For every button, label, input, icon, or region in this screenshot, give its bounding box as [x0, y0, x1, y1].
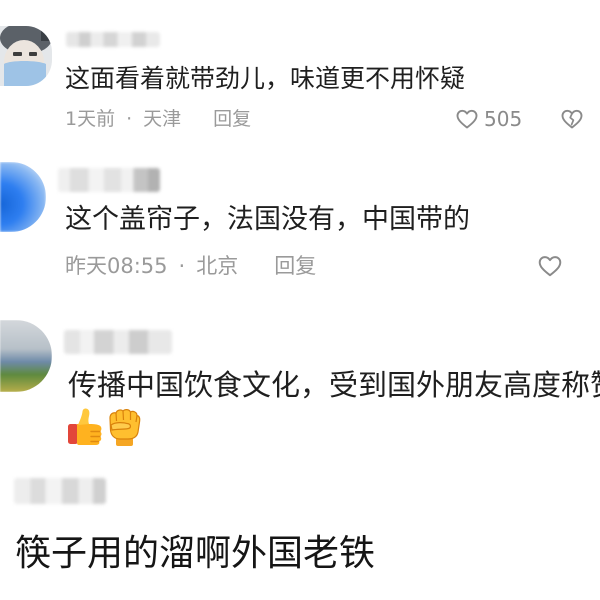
- comment-time: 1天前: [65, 108, 116, 130]
- broken-heart-icon: [561, 109, 583, 129]
- username-blurred[interactable]: [58, 168, 160, 192]
- heart-outline-icon: [538, 256, 562, 277]
- comment-item: 传播中国饮食文化，受到国外朋友高度称赞: [0, 315, 600, 450]
- comment-location: 北京: [196, 254, 239, 278]
- like-button[interactable]: 505: [455, 107, 522, 131]
- comment-location: 天津: [143, 108, 182, 130]
- thumbs-up-emoji-icon: [68, 408, 102, 445]
- heart-outline-icon: [456, 109, 478, 129]
- comment-text: 筷子用的溜啊外国老铁: [15, 533, 376, 574]
- username-blurred[interactable]: [64, 330, 172, 354]
- reply-button[interactable]: 回复: [274, 253, 316, 279]
- comment-item: 这面看着就带劲儿，味道更不用怀疑 1天前 · 天津 回复 505: [0, 22, 600, 140]
- username-blurred[interactable]: [14, 478, 106, 504]
- comment-text: 这个盖帘子，法国没有，中国带的: [65, 204, 470, 235]
- like-count: 505: [484, 107, 523, 131]
- comment-text: 这面看着就带劲儿，味道更不用怀疑: [65, 64, 466, 93]
- username-blurred[interactable]: [66, 32, 160, 47]
- comment-item: 筷子用的溜啊外国老铁: [0, 470, 600, 585]
- meta-separator: ·: [126, 108, 133, 130]
- reply-button[interactable]: 回复: [213, 107, 251, 131]
- comment-item: 这个盖帘子，法国没有，中国带的 昨天08:55 · 北京 回复: [0, 155, 600, 290]
- avatar-image: [0, 162, 46, 232]
- like-button[interactable]: [537, 253, 563, 279]
- comment-time: 昨天08:55: [65, 254, 168, 278]
- comment-emoji-row: [67, 406, 143, 446]
- avatar-image: [0, 26, 52, 86]
- avatar[interactable]: [0, 320, 52, 392]
- avatar-image: [0, 320, 52, 392]
- avatar[interactable]: [0, 26, 52, 86]
- dislike-button[interactable]: [560, 107, 584, 131]
- comment-text: 传播中国饮食文化，受到国外朋友高度称赞: [68, 368, 600, 402]
- meta-separator: ·: [178, 254, 186, 278]
- avatar[interactable]: [0, 162, 46, 232]
- comment-meta: 昨天08:55 · 北京 回复: [65, 253, 316, 279]
- raised-fist-emoji-icon: [109, 409, 141, 446]
- comment-meta: 1天前 · 天津 回复: [65, 107, 251, 131]
